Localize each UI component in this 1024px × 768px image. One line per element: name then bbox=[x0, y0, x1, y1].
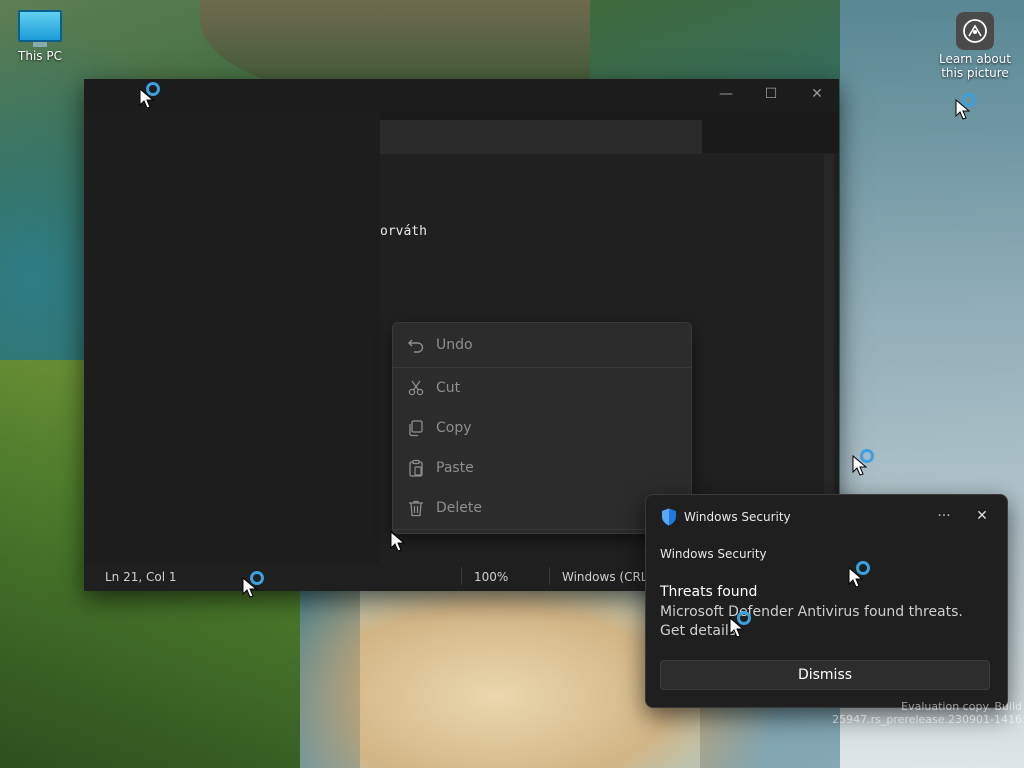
desktop-icon-learn-about-picture[interactable]: Learn about this picture bbox=[938, 12, 1012, 80]
desktop-icon-label: Learn about this picture bbox=[939, 52, 1011, 80]
status-line-ending[interactable]: Windows (CRLF bbox=[562, 570, 654, 584]
context-menu-divider bbox=[393, 367, 691, 368]
more-options-button[interactable]: ··· bbox=[932, 505, 956, 527]
dismiss-button[interactable]: Dismiss bbox=[660, 660, 990, 690]
computer-icon bbox=[12, 10, 68, 47]
desktop-icon-this-pc[interactable]: This PC bbox=[12, 10, 68, 63]
editor-text[interactable]: orváth bbox=[380, 224, 427, 239]
desktop-icon-label: This PC bbox=[18, 49, 62, 63]
copy-icon bbox=[409, 420, 423, 437]
status-divider bbox=[461, 567, 462, 585]
context-menu-label: Copy bbox=[436, 420, 472, 436]
busy-indicator-icon bbox=[860, 449, 874, 463]
title-bar[interactable]: — ☐ ✕ bbox=[84, 79, 839, 111]
toast-app-name: Windows Security bbox=[684, 510, 791, 524]
toast-heading: Threats found bbox=[660, 584, 758, 600]
trash-icon bbox=[409, 500, 423, 517]
busy-indicator-icon bbox=[737, 611, 751, 625]
mouse-cursor-icon bbox=[390, 531, 406, 552]
toast-attribution: Windows Security bbox=[660, 547, 767, 561]
busy-indicator-icon bbox=[856, 561, 870, 575]
busy-indicator-icon bbox=[250, 571, 264, 585]
context-menu-delete[interactable]: Delete bbox=[397, 490, 687, 526]
scissors-icon bbox=[408, 380, 424, 396]
editor-left-panel bbox=[84, 111, 380, 591]
context-menu-label: Delete bbox=[436, 500, 482, 516]
minimize-button[interactable]: — bbox=[703, 79, 749, 109]
toast-body: Microsoft Defender Antivirus found threa… bbox=[660, 604, 963, 639]
notification-toast[interactable]: Windows Security ··· ✕ Windows Security … bbox=[645, 494, 1008, 708]
context-menu-label: Cut bbox=[436, 380, 461, 396]
toast-close-button[interactable]: ✕ bbox=[970, 505, 994, 527]
status-divider bbox=[549, 567, 550, 585]
paste-icon bbox=[409, 459, 423, 477]
shield-icon bbox=[662, 508, 676, 526]
context-menu-paste[interactable]: Paste bbox=[397, 450, 687, 486]
status-cursor-position: Ln 21, Col 1 bbox=[105, 570, 177, 584]
learn-about-picture-icon bbox=[956, 12, 994, 50]
context-menu-label: Paste bbox=[436, 460, 474, 476]
undo-icon bbox=[408, 339, 424, 353]
tab-band bbox=[380, 120, 702, 154]
build-watermark: Evaluation copy. Build 25947.rs_prerelea… bbox=[832, 700, 1022, 726]
maximize-button[interactable]: ☐ bbox=[748, 79, 794, 109]
busy-indicator-icon bbox=[962, 93, 976, 107]
context-menu-cut[interactable]: Cut bbox=[397, 370, 687, 406]
busy-indicator-icon bbox=[146, 82, 160, 96]
close-button[interactable]: ✕ bbox=[794, 79, 840, 109]
status-zoom[interactable]: 100% bbox=[474, 570, 508, 584]
context-menu-label: Undo bbox=[436, 337, 473, 353]
context-menu-copy[interactable]: Copy bbox=[397, 410, 687, 446]
context-menu-undo[interactable]: Undo bbox=[397, 327, 687, 363]
